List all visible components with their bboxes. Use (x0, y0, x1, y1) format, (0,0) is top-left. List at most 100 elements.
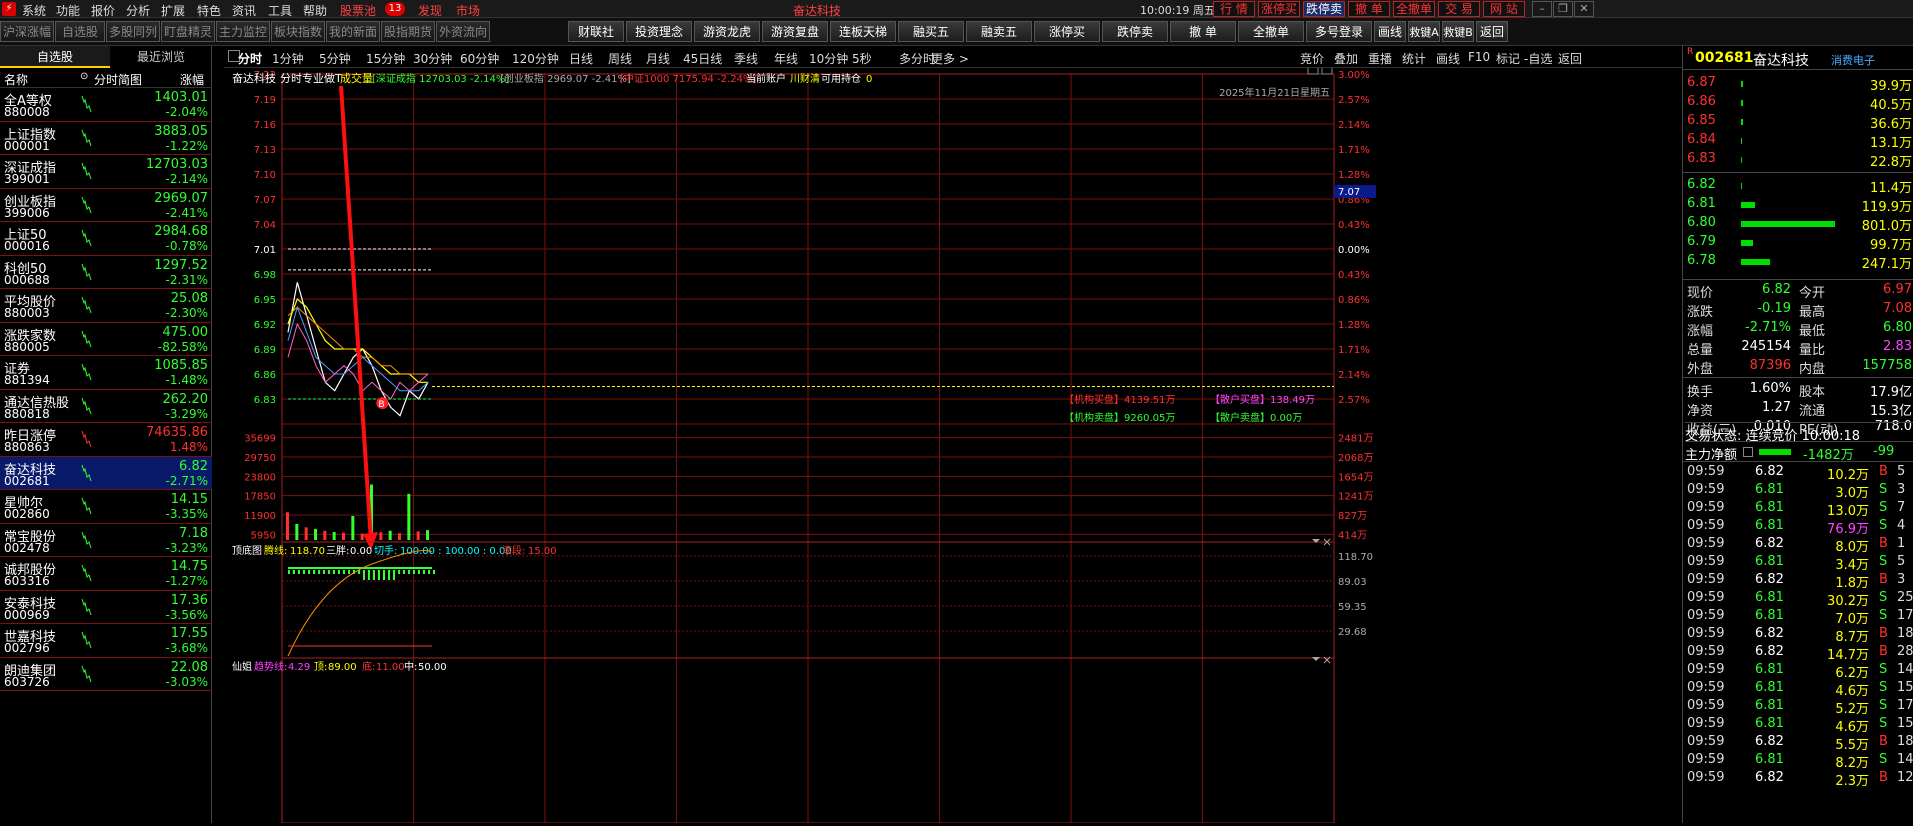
stock-row[interactable]: 平均股价 880003 25.08 -2.30% (0, 289, 212, 323)
toolbar-key-b[interactable]: 救键B (1442, 21, 1474, 42)
chart-tool-tab[interactable]: 画线 (1436, 50, 1460, 67)
toolbar-back[interactable]: 返回 (1476, 21, 1508, 42)
toolbar-key-a[interactable]: 救键A (1408, 21, 1440, 42)
menu-quote[interactable]: 报价 (91, 2, 115, 19)
menu-discover[interactable]: 发现 (418, 2, 442, 19)
stock-row[interactable]: 常宝股份 002478 7.18 -3.23% (0, 524, 212, 557)
stock-row[interactable]: 世嘉科技 002796 17.55 -3.68% (0, 624, 212, 658)
toolbar-invest-idea[interactable]: 投资理念 (626, 21, 692, 42)
toolbar-cancel-all[interactable]: 全撤单 (1238, 21, 1304, 42)
chart-tool-tab[interactable]: 标记 (1496, 50, 1520, 67)
period-tab[interactable]: 日线 (569, 50, 593, 67)
stock-row[interactable]: 全A等权 880008 1403.01 -2.04% (0, 88, 212, 122)
period-tab[interactable]: 45日线 (683, 50, 722, 67)
close-icon[interactable]: ✕ (1574, 1, 1594, 17)
chart-tool-tab[interactable]: F10 (1468, 50, 1490, 64)
toolbar-limit-ladder[interactable]: 连板天梯 (830, 21, 896, 42)
main-net-menu-icon[interactable] (1743, 447, 1753, 457)
stock-row[interactable]: 创业板指 399006 2969.07 -2.41% (0, 189, 212, 222)
stock-row[interactable]: 昨日涨停 880863 74635.86 1.48% (0, 423, 212, 457)
period-tab[interactable]: 5分钟 (319, 50, 351, 67)
stock-row[interactable]: 涨跌家数 880005 475.00 -82.58% (0, 323, 212, 356)
limit-up-buy-button[interactable]: 涨停买 (1258, 1, 1300, 17)
limit-down-sell-button[interactable]: 跌停卖 (1303, 1, 1345, 17)
toolbar-cls[interactable]: 财联社 (568, 21, 624, 42)
stock-row[interactable]: 奋达科技 002681 6.82 -2.71% (0, 456, 212, 490)
menu-help[interactable]: 帮助 (303, 2, 327, 19)
menu-system[interactable]: 系统 (22, 2, 46, 19)
toolbar-multi-stock[interactable]: 多股同列 (106, 21, 160, 42)
ask-level[interactable]: 6.86 40.5万 (1683, 93, 1913, 113)
minimize-icon[interactable]: – (1532, 1, 1552, 17)
toolbar-margin-sell5[interactable]: 融卖五 (966, 21, 1032, 42)
website-button[interactable]: 网 站 (1483, 1, 1525, 17)
cancel-order-button[interactable]: 撤 单 (1348, 1, 1390, 17)
bid-level[interactable]: 6.80 801.0万 (1683, 214, 1913, 234)
menu-news[interactable]: 资讯 (232, 2, 256, 19)
period-tab[interactable]: 季线 (734, 50, 758, 67)
period-tab[interactable]: 60分钟 (460, 50, 499, 67)
toolbar-margin-buy5[interactable]: 融买五 (898, 21, 964, 42)
chart-tool-tab[interactable]: 叠加 (1334, 50, 1358, 67)
bid-level[interactable]: 6.79 99.7万 (1683, 233, 1913, 253)
stock-row[interactable]: 深证成指 399001 12703.03 -2.14% (0, 155, 212, 189)
stock-row[interactable]: 证券 881394 1085.85 -1.48% (0, 356, 212, 390)
chart-tool-tab[interactable]: 竞价 (1300, 50, 1324, 67)
period-tab[interactable]: 年线 (774, 50, 798, 67)
col-name[interactable]: 名称 (4, 71, 28, 88)
toolbar-draw[interactable]: 画线 (1374, 21, 1406, 42)
col-chg[interactable]: 涨幅 (180, 71, 204, 88)
ask-level[interactable]: 6.84 13.1万 (1683, 131, 1913, 151)
period-tab[interactable]: 月线 (646, 50, 670, 67)
menu-market[interactable]: 市场 (456, 2, 480, 19)
period-tab[interactable]: 多分时 (899, 50, 935, 67)
toolbar-hot-money[interactable]: 游资龙虎 (694, 21, 760, 42)
toolbar-main-monitor[interactable]: 主力监控 (216, 21, 270, 42)
toolbar-hot-money-review[interactable]: 游资复盘 (762, 21, 828, 42)
tab-watchlist[interactable]: 自选股 (0, 46, 110, 68)
menu-analysis[interactable]: 分析 (126, 2, 150, 19)
stock-row[interactable]: 安泰科技 000969 17.36 -3.56% (0, 591, 212, 624)
col-chart[interactable]: 分时简图 (94, 71, 142, 88)
chart-tool-tab[interactable]: 统计 (1402, 50, 1426, 67)
quote-button[interactable]: 行 情 (1213, 1, 1255, 17)
period-tab[interactable]: 更多 > (931, 50, 969, 67)
menu-special[interactable]: 特色 (197, 2, 221, 19)
period-tab[interactable]: 120分钟 (512, 50, 559, 67)
period-tab[interactable]: 5秒 (852, 50, 872, 67)
toolbar-limit-up-buy[interactable]: 涨停买 (1034, 21, 1100, 42)
toolbar-watchlist[interactable]: 自选股 (55, 21, 105, 42)
period-tab[interactable]: 周线 (608, 50, 632, 67)
toolbar-multi-login[interactable]: 多号登录 (1306, 21, 1372, 42)
bid-level[interactable]: 6.82 11.4万 (1683, 176, 1913, 196)
restore-icon[interactable]: ❐ (1553, 1, 1573, 17)
concept-tag[interactable]: 消费电子 (1831, 52, 1875, 68)
period-tab[interactable]: 1分钟 (272, 50, 304, 67)
stock-row[interactable]: 通达信热股 880818 262.20 -3.29% (0, 390, 212, 423)
toolbar-sector-index[interactable]: 板块指数 (271, 21, 325, 42)
menu-tools[interactable]: 工具 (268, 2, 292, 19)
toolbar-cancel[interactable]: 撤 单 (1170, 21, 1236, 42)
tab-recent[interactable]: 最近浏览 (110, 46, 212, 68)
menu-stock-pool[interactable]: 股票池 (340, 2, 376, 19)
stock-row[interactable]: 科创50 000688 1297.52 -2.31% (0, 256, 212, 289)
toolbar-my-page[interactable]: 我的新面 (326, 21, 380, 42)
toolbar-foreign-flow[interactable]: 外资流向 (436, 21, 490, 42)
trade-button[interactable]: 交 易 (1438, 1, 1480, 17)
stock-row[interactable]: 星帅尔 002860 14.15 -3.35% (0, 490, 212, 524)
menu-function[interactable]: 功能 (56, 2, 80, 19)
period-tab[interactable]: 30分钟 (413, 50, 452, 67)
intraday-chart[interactable]: 7.22 3.00%7.19 2.57%7.16 2.14%7.13 1.71%7.10… (196, 63, 1682, 824)
period-tab[interactable]: 15分钟 (366, 50, 405, 67)
chart-tool-tab[interactable]: 重播 (1368, 50, 1392, 67)
toolbar-futures[interactable]: 股指期货 (381, 21, 435, 42)
bid-level[interactable]: 6.81 119.9万 (1683, 195, 1913, 215)
chart-tool-tab[interactable]: 返回 (1558, 50, 1582, 67)
period-tab[interactable]: 10分钟 (809, 50, 848, 67)
chart-tool-tab[interactable]: -自选 (1524, 50, 1552, 67)
menu-extend[interactable]: 扩展 (161, 2, 185, 19)
toolbar-limit-down-sell[interactable]: 跌停卖 (1102, 21, 1168, 42)
stock-row[interactable]: 上证50 000016 2984.68 -0.78% (0, 222, 212, 256)
ask-level[interactable]: 6.85 36.6万 (1683, 112, 1913, 132)
ask-level[interactable]: 6.83 22.8万 (1683, 150, 1913, 170)
